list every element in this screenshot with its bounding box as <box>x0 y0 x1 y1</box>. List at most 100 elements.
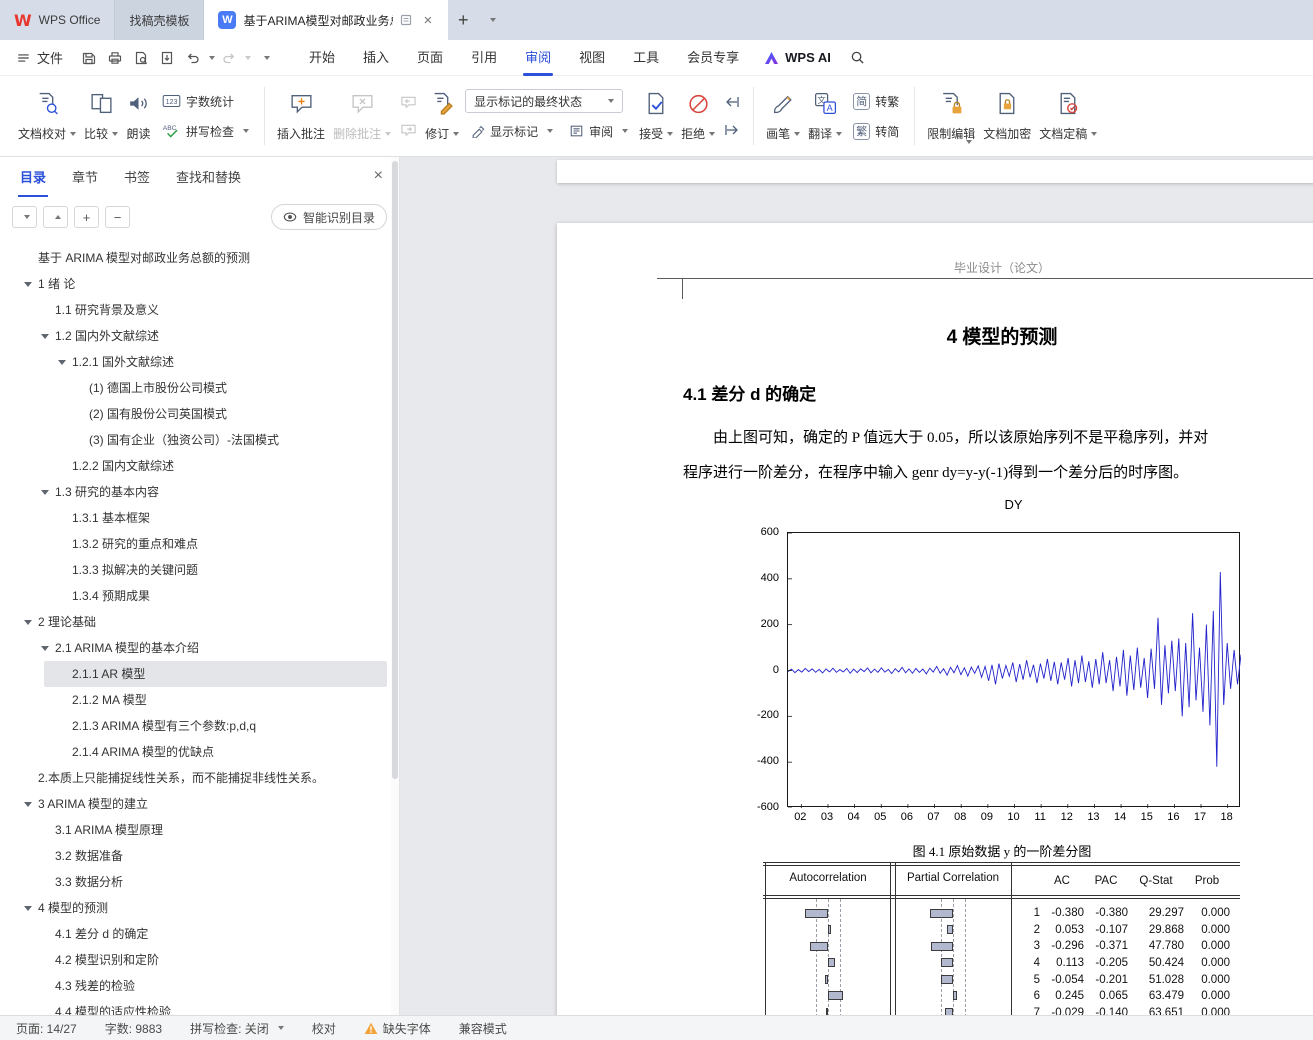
word-count-button[interactable]: 123 字数统计 <box>157 89 254 113</box>
previous-comment-icon[interactable] <box>397 91 419 113</box>
document-page[interactable]: 毕业设计（论文） 4 模型的预测 4.1 差分 d 的确定 由上图可知，确定的 … <box>557 223 1313 1015</box>
outline-item[interactable]: 1.2.2 国内文献综述 <box>0 453 391 479</box>
insert-comment-button[interactable]: 插入批注 <box>273 84 329 148</box>
expand-arrow-icon[interactable] <box>24 906 32 911</box>
outline-item[interactable]: 1.1 研究背景及意义 <box>0 297 391 323</box>
markup-state-dropdown[interactable]: 显示标记的最终状态 <box>465 89 624 113</box>
outline-item[interactable]: 1.3 研究的基本内容 <box>0 479 391 505</box>
previous-change-icon[interactable] <box>721 91 743 113</box>
outline-item[interactable]: 2.1.1 AR 模型 <box>0 661 391 687</box>
outline-item[interactable]: (1) 德国上市股份公司模式 <box>0 375 391 401</box>
outline-item[interactable]: 4.4 模型的适应性检验 <box>0 999 391 1015</box>
file-menu-button[interactable]: 文件 <box>16 48 63 67</box>
sidebar-tab[interactable]: 目录 <box>18 157 49 197</box>
expand-arrow-icon[interactable] <box>41 646 49 651</box>
compatibility-mode-indicator[interactable]: 兼容模式 <box>459 1020 507 1037</box>
review-pane-button[interactable]: 审阅 <box>564 119 633 143</box>
export-pdf-icon[interactable] <box>155 46 179 70</box>
translate-button[interactable]: 文A 翻译 <box>804 84 846 148</box>
show-markup-button[interactable]: 显示标记 <box>465 119 558 143</box>
tab-wps-office[interactable]: W WPS Office <box>0 0 116 40</box>
menu-item[interactable]: 会员专享 <box>673 40 753 76</box>
outline-item[interactable]: 1.2.1 国外文献综述 <box>0 349 391 375</box>
expand-arrow-icon[interactable] <box>24 620 32 625</box>
proofread-status[interactable]: 校对 <box>312 1020 336 1037</box>
delete-comment-button[interactable]: 删除批注 <box>329 84 395 148</box>
expand-arrow-icon[interactable] <box>41 490 49 495</box>
outline-item[interactable]: 2.1.3 ARIMA 模型有三个参数:p,d,q <box>0 713 391 739</box>
sidebar-close-icon[interactable]: × <box>374 167 383 185</box>
expand-arrow-icon[interactable] <box>41 334 49 339</box>
outline-item[interactable]: 2.1.2 MA 模型 <box>0 687 391 713</box>
outline-item[interactable]: 3.3 数据分析 <box>0 869 391 895</box>
document-canvas[interactable]: 毕业设计（论文） 4 模型的预测 4.1 差分 d 的确定 由上图可知，确定的 … <box>400 157 1313 1015</box>
page-indicator[interactable]: 页面: 14/27 <box>16 1020 77 1037</box>
outline-item[interactable]: 1.3.4 预期成果 <box>0 583 391 609</box>
undo-icon[interactable] <box>181 46 205 70</box>
expand-arrow-icon[interactable] <box>58 360 66 365</box>
read-aloud-button[interactable]: 朗读 <box>122 84 155 148</box>
expand-arrow-icon[interactable] <box>24 802 32 807</box>
ribbon-more-chevron-icon[interactable] <box>962 134 972 148</box>
proofread-button[interactable]: 文档校对 <box>14 84 80 148</box>
missing-font-warning[interactable]: 缺失字体 <box>364 1020 431 1037</box>
expand-arrow-icon[interactable] <box>24 282 32 287</box>
pen-button[interactable]: 画笔 <box>762 84 804 148</box>
next-change-icon[interactable] <box>721 119 743 141</box>
sidebar-tab[interactable]: 查找和替换 <box>174 157 243 197</box>
outline-item[interactable]: 基于 ARIMA 模型对邮政业务总额的预测 <box>0 245 391 271</box>
outline-item[interactable]: 3 ARIMA 模型的建立 <box>0 791 391 817</box>
outline-item[interactable]: 4.3 残差的检验 <box>0 973 391 999</box>
menu-item[interactable]: 审阅 <box>511 40 565 76</box>
outline-item[interactable]: 1 绪 论 <box>0 271 391 297</box>
sidebar-tab[interactable]: 书签 <box>122 157 152 197</box>
menu-item[interactable]: 页面 <box>403 40 457 76</box>
outline-item[interactable]: 3.2 数据准备 <box>0 843 391 869</box>
spell-check-button[interactable]: ABC 拼写检查 <box>157 119 254 143</box>
outline-item[interactable]: (3) 国有企业（独资公司）-法国模式 <box>0 427 391 453</box>
save-icon[interactable] <box>77 46 101 70</box>
outline-item[interactable]: 4 模型的预测 <box>0 895 391 921</box>
sidebar-tab[interactable]: 章节 <box>70 157 100 197</box>
outline-item[interactable]: 2 理论基础 <box>0 609 391 635</box>
new-tab-button[interactable]: + <box>448 0 478 40</box>
accept-button[interactable]: 接受 <box>635 84 677 148</box>
encrypt-button[interactable]: 文档加密 <box>979 84 1035 148</box>
outline-item[interactable]: 2.本质上只能捕捉线性关系，而不能捕捉非线性关系。 <box>0 765 391 791</box>
collapse-all-button[interactable] <box>43 206 68 228</box>
tab-docer-template[interactable]: 找稿壳模板 <box>115 0 205 40</box>
expand-all-button[interactable] <box>12 206 37 228</box>
redo-button[interactable] <box>217 46 252 70</box>
menu-item[interactable]: 开始 <box>295 40 349 76</box>
menu-item[interactable]: 视图 <box>565 40 619 76</box>
redo-icon[interactable] <box>217 46 241 70</box>
menu-item[interactable]: 工具 <box>619 40 673 76</box>
outline-item[interactable]: 3.1 ARIMA 模型原理 <box>0 817 391 843</box>
track-changes-button[interactable]: 修订 <box>421 84 463 148</box>
outline-item[interactable]: 1.3.3 拟解决的关键问题 <box>0 557 391 583</box>
search-icon[interactable] <box>845 45 871 71</box>
tab-current-document[interactable]: W 基于ARIMA模型对邮政业务总 × <box>204 0 449 40</box>
outline-item[interactable]: 1.3.2 研究的重点和难点 <box>0 531 391 557</box>
outline-item[interactable]: (2) 国有股份公司英国模式 <box>0 401 391 427</box>
outline-item[interactable]: 4.1 差分 d 的确定 <box>0 921 391 947</box>
to-traditional-button[interactable]: 简 转繁 <box>848 89 904 113</box>
tab-close-icon[interactable]: × <box>421 12 434 29</box>
wps-ai-button[interactable]: WPS AI <box>763 50 831 66</box>
sidebar-scrollbar[interactable] <box>391 157 399 1015</box>
print-icon[interactable] <box>103 46 127 70</box>
compare-button[interactable]: 比较 <box>80 84 122 148</box>
to-simplified-button[interactable]: 繁 转简 <box>848 119 904 143</box>
print-preview-icon[interactable] <box>129 46 153 70</box>
outline-item[interactable]: 1.3.1 基本框架 <box>0 505 391 531</box>
menu-item[interactable]: 引用 <box>457 40 511 76</box>
next-comment-icon[interactable] <box>397 119 419 141</box>
sidebar-scrollbar-thumb[interactable] <box>392 161 398 779</box>
tab-list-chevron-icon[interactable] <box>478 0 504 40</box>
zoom-in-outline-button[interactable]: + <box>74 206 99 228</box>
outline-item[interactable]: 2.1 ARIMA 模型的基本介绍 <box>0 635 391 661</box>
outline-item[interactable]: 4.2 模型识别和定阶 <box>0 947 391 973</box>
quick-access-more-icon[interactable] <box>253 46 277 70</box>
outline-item[interactable]: 2.1.4 ARIMA 模型的优缺点 <box>0 739 391 765</box>
smart-identify-toc-button[interactable]: 智能识别目录 <box>270 204 387 230</box>
